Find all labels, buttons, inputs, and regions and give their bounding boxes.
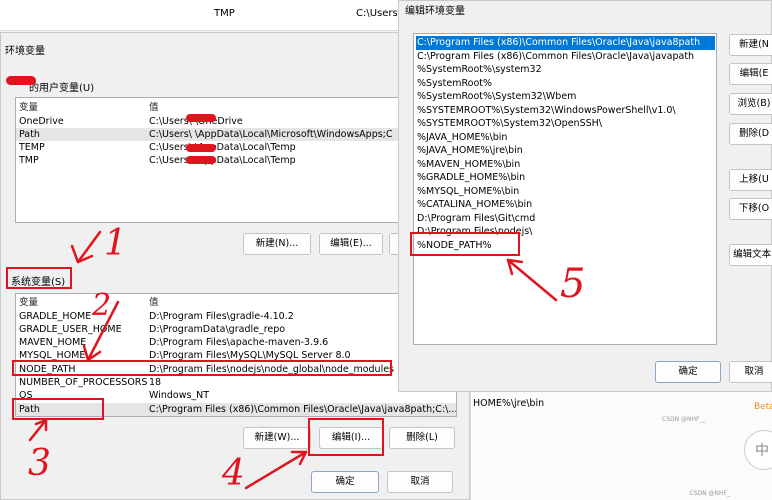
- watermark: CSDN @NHF_: [689, 490, 730, 497]
- annotation-step-2: 2: [92, 288, 112, 323]
- annotation-step-3: 3: [28, 443, 51, 484]
- annotation-step-5: 5: [560, 261, 586, 307]
- arrow-step4: [244, 450, 308, 490]
- annotation-step-1: 1: [104, 223, 127, 264]
- annotation-step-4: 4: [222, 453, 245, 494]
- arrow-step5: [506, 258, 558, 302]
